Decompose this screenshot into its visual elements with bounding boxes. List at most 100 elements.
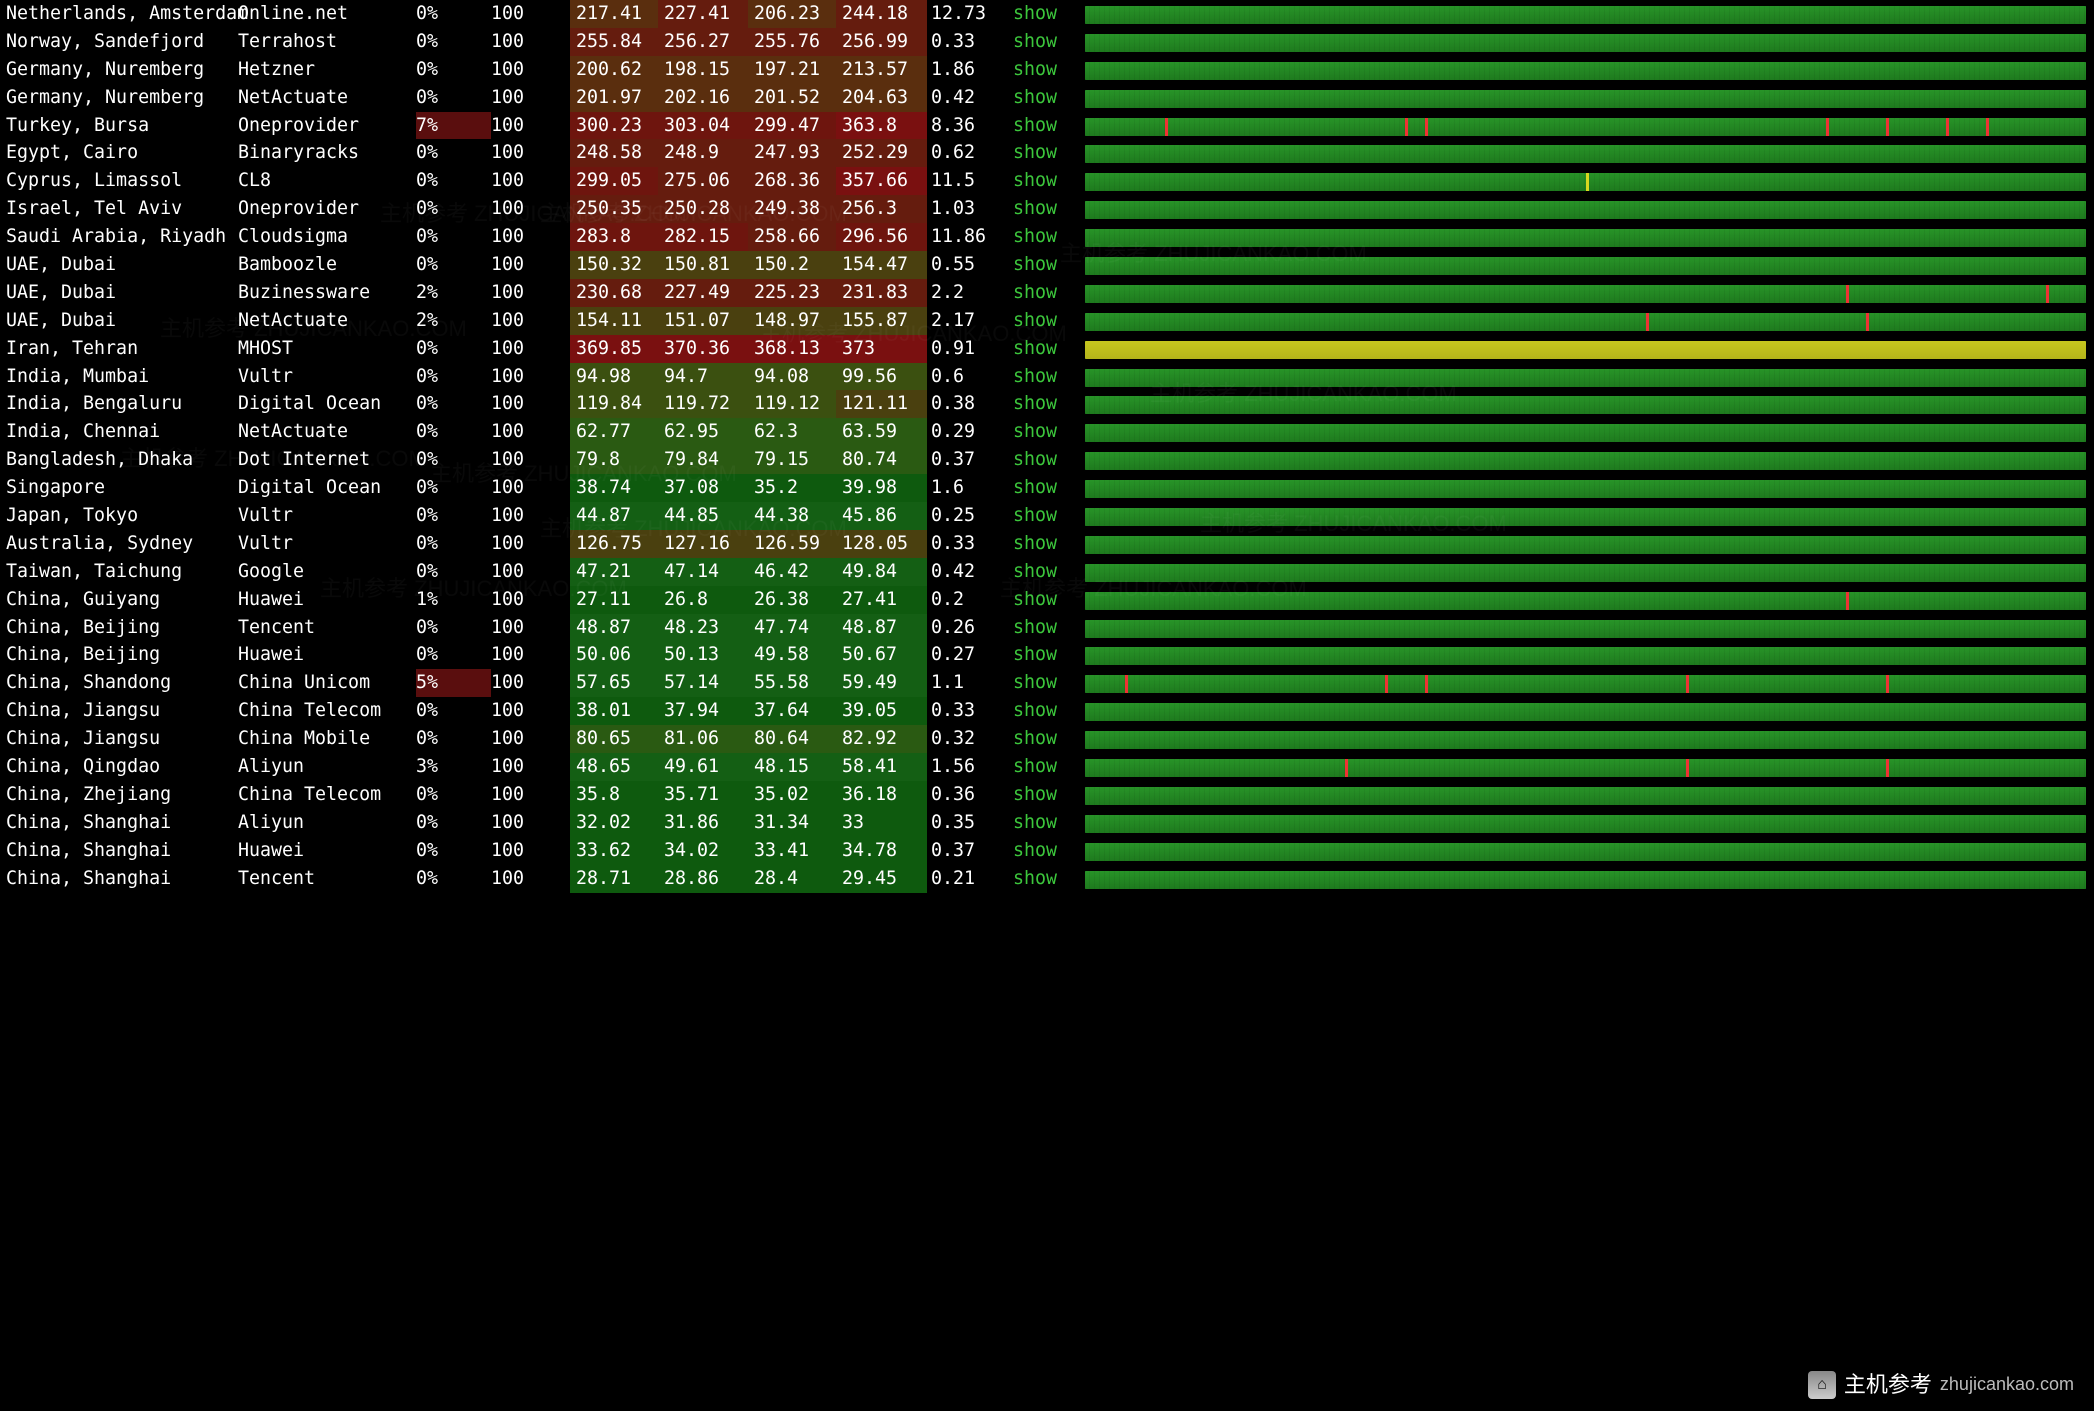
show-link[interactable]: show	[1013, 697, 1085, 725]
show-link[interactable]: show	[1013, 139, 1085, 167]
table-row: SingaporeDigital Ocean0%10038.7437.0835.…	[0, 474, 2094, 502]
cell-loss: 0%	[416, 139, 491, 167]
show-link[interactable]: show	[1013, 335, 1085, 363]
cell-avg: 79.84	[658, 446, 748, 474]
show-link[interactable]: show	[1013, 725, 1085, 753]
cell-provider: NetActuate	[238, 307, 416, 335]
show-link[interactable]: show	[1013, 809, 1085, 837]
cell-provider: Terrahost	[238, 28, 416, 56]
show-link[interactable]: show	[1013, 0, 1085, 28]
cell-provider: Dot Internet	[238, 446, 416, 474]
cell-stdev: 0.27	[927, 641, 1013, 669]
cell-stdev: 0.25	[927, 502, 1013, 530]
cell-sent: 100	[491, 641, 570, 669]
cell-wrst: 49.84	[836, 558, 927, 586]
latency-sparkline	[1085, 6, 2086, 24]
show-link[interactable]: show	[1013, 112, 1085, 140]
show-link[interactable]: show	[1013, 167, 1085, 195]
show-link[interactable]: show	[1013, 223, 1085, 251]
latency-chart-cell	[1085, 506, 2094, 526]
cell-sent: 100	[491, 0, 570, 28]
cell-avg: 250.28	[658, 195, 748, 223]
cell-wrst: 27.41	[836, 586, 927, 614]
cell-provider: CL8	[238, 167, 416, 195]
show-link[interactable]: show	[1013, 56, 1085, 84]
cell-sent: 100	[491, 530, 570, 558]
cell-location: UAE, Dubai	[0, 251, 238, 279]
show-link[interactable]: show	[1013, 865, 1085, 893]
show-link[interactable]: show	[1013, 363, 1085, 391]
table-row: China, ZhejiangChina Telecom0%10035.835.…	[0, 781, 2094, 809]
latency-sparkline	[1085, 564, 2086, 582]
show-link[interactable]: show	[1013, 781, 1085, 809]
table-row: UAE, DubaiBamboozle0%100150.32150.81150.…	[0, 251, 2094, 279]
spike-marker	[1886, 759, 1889, 777]
latency-sparkline	[1085, 787, 2086, 805]
cell-sent: 100	[491, 307, 570, 335]
show-link[interactable]: show	[1013, 390, 1085, 418]
cell-last: 154.11	[570, 307, 658, 335]
cell-stdev: 1.86	[927, 56, 1013, 84]
cell-best: 150.2	[748, 251, 836, 279]
show-link[interactable]: show	[1013, 530, 1085, 558]
show-link[interactable]: show	[1013, 84, 1085, 112]
cell-last: 369.85	[570, 335, 658, 363]
cell-last: 48.65	[570, 753, 658, 781]
latency-sparkline	[1085, 871, 2086, 889]
show-link[interactable]: show	[1013, 558, 1085, 586]
latency-chart-cell	[1085, 450, 2094, 470]
show-link[interactable]: show	[1013, 251, 1085, 279]
show-link[interactable]: show	[1013, 641, 1085, 669]
cell-stdev: 0.33	[927, 28, 1013, 56]
latency-sparkline	[1085, 675, 2086, 693]
cell-sent: 100	[491, 809, 570, 837]
show-link[interactable]: show	[1013, 28, 1085, 56]
latency-chart-cell	[1085, 590, 2094, 610]
cell-best: 37.64	[748, 697, 836, 725]
show-link[interactable]: show	[1013, 307, 1085, 335]
cell-avg: 81.06	[658, 725, 748, 753]
cell-wrst: 121.11	[836, 390, 927, 418]
cell-stdev: 0.33	[927, 530, 1013, 558]
show-link[interactable]: show	[1013, 474, 1085, 502]
cell-last: 32.02	[570, 809, 658, 837]
cell-provider: Digital Ocean	[238, 474, 416, 502]
cell-loss: 0%	[416, 251, 491, 279]
cell-loss: 0%	[416, 837, 491, 865]
latency-sparkline	[1085, 62, 2086, 80]
table-row: China, GuiyangHuawei1%10027.1126.826.382…	[0, 586, 2094, 614]
show-link[interactable]: show	[1013, 614, 1085, 642]
cell-loss: 0%	[416, 725, 491, 753]
cell-wrst: 36.18	[836, 781, 927, 809]
cell-best: 48.15	[748, 753, 836, 781]
show-link[interactable]: show	[1013, 669, 1085, 697]
cell-wrst: 99.56	[836, 363, 927, 391]
show-link[interactable]: show	[1013, 753, 1085, 781]
cell-sent: 100	[491, 167, 570, 195]
cell-provider: Bamboozle	[238, 251, 416, 279]
cell-loss: 0%	[416, 56, 491, 84]
cell-wrst: 296.56	[836, 223, 927, 251]
cell-provider: Online.net	[238, 0, 416, 28]
cell-loss: 2%	[416, 307, 491, 335]
show-link[interactable]: show	[1013, 837, 1085, 865]
latency-chart-cell	[1085, 199, 2094, 219]
cell-avg: 31.86	[658, 809, 748, 837]
show-link[interactable]: show	[1013, 418, 1085, 446]
cell-loss: 0%	[416, 28, 491, 56]
show-link[interactable]: show	[1013, 502, 1085, 530]
latency-sparkline	[1085, 731, 2086, 749]
show-link[interactable]: show	[1013, 195, 1085, 223]
latency-chart-cell	[1085, 88, 2094, 108]
show-link[interactable]: show	[1013, 446, 1085, 474]
cell-location: Iran, Tehran	[0, 335, 238, 363]
cell-loss: 0%	[416, 809, 491, 837]
cell-sent: 100	[491, 56, 570, 84]
table-row: Germany, NurembergHetzner0%100200.62198.…	[0, 56, 2094, 84]
cell-last: 248.58	[570, 139, 658, 167]
show-link[interactable]: show	[1013, 279, 1085, 307]
table-row: Egypt, CairoBinaryracks0%100248.58248.92…	[0, 139, 2094, 167]
table-row: Taiwan, TaichungGoogle0%10047.2147.1446.…	[0, 558, 2094, 586]
cell-provider: China Mobile	[238, 725, 416, 753]
show-link[interactable]: show	[1013, 586, 1085, 614]
